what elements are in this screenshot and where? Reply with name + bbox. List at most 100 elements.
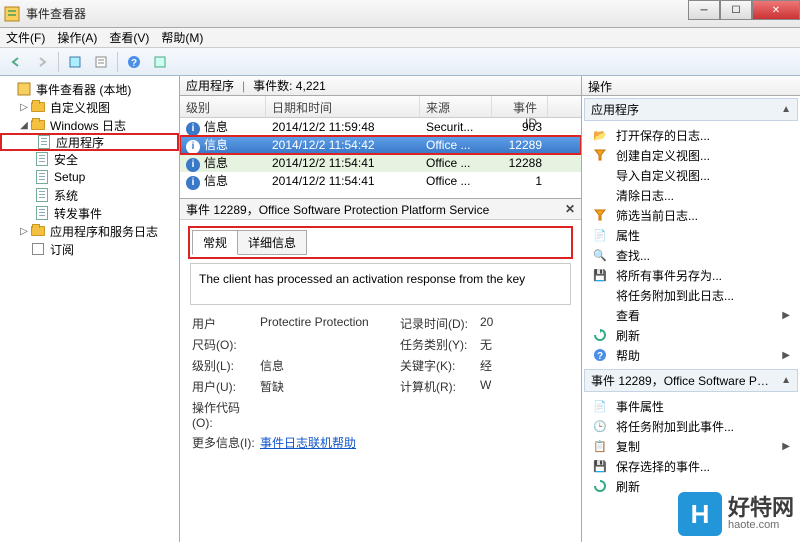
- toolbar-help-icon[interactable]: ?: [122, 51, 146, 73]
- action-attach-task-event[interactable]: 🕒将任务附加到此事件...: [582, 416, 800, 436]
- action-copy[interactable]: 📋复制▶: [582, 436, 800, 456]
- grid-title-right: 事件数: 4,221: [253, 77, 326, 94]
- menu-file[interactable]: 文件(F): [6, 29, 45, 46]
- filter-icon: [592, 147, 608, 163]
- col-eventid[interactable]: 事件 ID: [492, 96, 548, 117]
- actions-section-app[interactable]: 应用程序▲: [584, 98, 798, 121]
- action-view[interactable]: 查看▶: [582, 305, 800, 325]
- minimize-button[interactable]: ─: [688, 0, 720, 20]
- back-button[interactable]: [4, 51, 28, 73]
- forward-button[interactable]: [30, 51, 54, 73]
- table-row[interactable]: i信息 2014/12/2 11:54:41 Office ... 1: [180, 172, 581, 190]
- actions-panel: 操作 应用程序▲ 📂打开保存的日志... 创建自定义视图... 导入自定义视图.…: [582, 76, 800, 542]
- tab-general[interactable]: 常规: [192, 230, 238, 255]
- actions-header: 操作: [582, 76, 800, 96]
- tree-root-label: 事件查看器 (本地): [36, 81, 131, 98]
- chevron-right-icon: ▶: [782, 441, 790, 452]
- close-button[interactable]: ✕: [752, 0, 800, 20]
- tree-custom-label: 自定义视图: [50, 99, 110, 116]
- titlebar: 事件查看器 ─ ☐ ✕: [0, 0, 800, 28]
- toolbar-filter-icon[interactable]: [63, 51, 87, 73]
- filter-icon: [592, 207, 608, 223]
- grid-body[interactable]: i信息 2014/12/2 11:59:48 Securit... 903 i信…: [180, 118, 581, 198]
- grid-columns: 级别 日期和时间 来源 事件 ID: [180, 96, 581, 118]
- info-icon: i: [186, 176, 200, 190]
- copy-icon: 📋: [592, 438, 608, 454]
- actions-section-event[interactable]: 事件 12289，Office Software Prot...▲: [584, 369, 798, 392]
- action-clear-log[interactable]: 清除日志...: [582, 185, 800, 205]
- save-icon: 💾: [592, 458, 608, 474]
- detail-close-button[interactable]: ✕: [565, 202, 575, 216]
- search-icon: 🔍: [592, 247, 608, 263]
- col-datetime[interactable]: 日期和时间: [266, 96, 420, 117]
- tree-services-logs[interactable]: ▷ 应用程序和服务日志: [0, 222, 179, 240]
- description-box[interactable]: The client has processed an activation r…: [190, 263, 571, 305]
- import-icon: [592, 167, 608, 183]
- action-properties[interactable]: 📄属性: [582, 225, 800, 245]
- watermark-badge: H: [678, 492, 722, 536]
- tree-winlogs-label: Windows 日志: [50, 117, 126, 134]
- action-create-custom-view[interactable]: 创建自定义视图...: [582, 145, 800, 165]
- actions-list-2: 📄事件属性 🕒将任务附加到此事件... 📋复制▶ 💾保存选择的事件... 刷新: [582, 394, 800, 498]
- info-icon: i: [186, 140, 200, 154]
- menu-view[interactable]: 查看(V): [109, 29, 149, 46]
- help-link[interactable]: 事件日志联机帮助: [260, 434, 400, 451]
- action-save-selected[interactable]: 💾保存选择的事件...: [582, 456, 800, 476]
- table-row[interactable]: i信息 2014/12/2 11:54:42 Office ... 12289: [180, 136, 581, 154]
- tree-subs-label: 订阅: [50, 241, 74, 258]
- collapse-icon: ▲: [781, 375, 791, 386]
- tree-security[interactable]: 安全: [0, 150, 179, 168]
- clear-icon: [592, 187, 608, 203]
- menu-help[interactable]: 帮助(M): [161, 29, 203, 46]
- maximize-button[interactable]: ☐: [720, 0, 752, 20]
- info-icon: i: [186, 122, 200, 136]
- tree-forward-label: 转发事件: [54, 205, 102, 222]
- tree-custom-views[interactable]: ▷ 自定义视图: [0, 98, 179, 116]
- task-icon: [592, 287, 608, 303]
- toolbar-properties-icon[interactable]: [89, 51, 113, 73]
- action-help[interactable]: ?帮助▶: [582, 345, 800, 365]
- actions-list-1: 📂打开保存的日志... 创建自定义视图... 导入自定义视图... 清除日志..…: [582, 123, 800, 367]
- tree-forwarded[interactable]: 转发事件: [0, 204, 179, 222]
- action-event-properties[interactable]: 📄事件属性: [582, 396, 800, 416]
- detail-body: 常规 详细信息 The client has processed an acti…: [180, 220, 581, 542]
- tree-setup[interactable]: Setup: [0, 168, 179, 186]
- tree-svcapps-label: 应用程序和服务日志: [50, 223, 158, 240]
- grid-title: 应用程序 | 事件数: 4,221: [180, 76, 581, 96]
- action-find[interactable]: 🔍查找...: [582, 245, 800, 265]
- menu-action[interactable]: 操作(A): [57, 29, 97, 46]
- properties-icon: 📄: [592, 227, 608, 243]
- properties-icon: 📄: [592, 398, 608, 414]
- tab-details[interactable]: 详细信息: [237, 230, 307, 255]
- watermark-text: 好特网: [728, 497, 794, 519]
- col-source[interactable]: 来源: [420, 96, 492, 117]
- tree-root[interactable]: 事件查看器 (本地): [0, 80, 179, 98]
- refresh-icon: [592, 478, 608, 494]
- view-icon: [592, 307, 608, 323]
- toolbar-refresh-icon[interactable]: [148, 51, 172, 73]
- grid-title-left: 应用程序: [186, 77, 234, 94]
- action-open-saved-log[interactable]: 📂打开保存的日志...: [582, 125, 800, 145]
- action-import-custom-view[interactable]: 导入自定义视图...: [582, 165, 800, 185]
- tree-windows-logs[interactable]: ◢ Windows 日志: [0, 116, 179, 134]
- tree-panel: 事件查看器 (本地) ▷ 自定义视图 ◢ Windows 日志 应用程序 安全 …: [0, 76, 180, 542]
- task-icon: 🕒: [592, 418, 608, 434]
- action-refresh[interactable]: 刷新: [582, 325, 800, 345]
- watermark-url: haote.com: [728, 519, 794, 531]
- watermark: H 好特网 haote.com: [678, 492, 794, 536]
- app-icon: [4, 6, 20, 22]
- action-attach-task-log[interactable]: 将任务附加到此日志...: [582, 285, 800, 305]
- tree-application[interactable]: 应用程序: [0, 133, 179, 151]
- tree-system[interactable]: 系统: [0, 186, 179, 204]
- svg-text:?: ?: [597, 351, 603, 362]
- info-icon: i: [186, 158, 200, 172]
- table-row[interactable]: i信息 2014/12/2 11:59:48 Securit... 903: [180, 118, 581, 136]
- detail-header: 事件 12289，Office Software Protection Plat…: [180, 198, 581, 220]
- tree-subscriptions[interactable]: 订阅: [0, 240, 179, 258]
- chevron-right-icon: ▶: [782, 350, 790, 361]
- action-save-all-events[interactable]: 💾将所有事件另存为...: [582, 265, 800, 285]
- col-level[interactable]: 级别: [180, 96, 266, 117]
- tree-system-label: 系统: [54, 187, 78, 204]
- table-row[interactable]: i信息 2014/12/2 11:54:41 Office ... 12288: [180, 154, 581, 172]
- action-filter-current-log[interactable]: 筛选当前日志...: [582, 205, 800, 225]
